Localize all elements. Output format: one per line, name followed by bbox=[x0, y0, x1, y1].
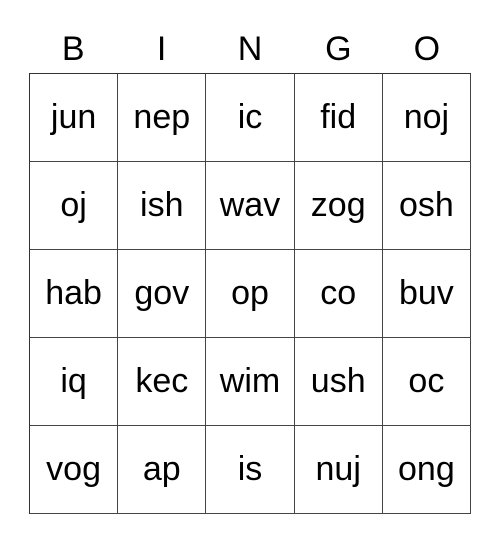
bingo-cell[interactable]: ic bbox=[206, 74, 295, 162]
bingo-cell[interactable]: noj bbox=[382, 74, 471, 162]
bingo-cell[interactable]: vog bbox=[30, 426, 119, 514]
bingo-cell[interactable]: kec bbox=[118, 338, 207, 426]
bingo-cell[interactable]: oj bbox=[30, 162, 119, 250]
bingo-header: B I N G O bbox=[29, 26, 471, 72]
header-letter-o: O bbox=[413, 30, 441, 68]
header-letter-b: B bbox=[61, 30, 85, 68]
bingo-cell[interactable]: oc bbox=[382, 338, 471, 426]
bingo-cell[interactable]: buv bbox=[382, 250, 471, 338]
header-letter-g: G bbox=[325, 30, 352, 68]
header-letter-i: I bbox=[156, 30, 167, 68]
bingo-cell[interactable]: iq bbox=[30, 338, 119, 426]
bingo-cell[interactable]: ong bbox=[382, 426, 471, 514]
header-letter-n: N bbox=[237, 30, 263, 68]
bingo-cell[interactable]: ush bbox=[294, 338, 383, 426]
bingo-cell[interactable]: jun bbox=[30, 74, 119, 162]
bingo-cell[interactable]: op bbox=[206, 250, 295, 338]
bingo-cell[interactable]: wav bbox=[206, 162, 295, 250]
bingo-cell[interactable]: zog bbox=[294, 162, 383, 250]
bingo-cell[interactable]: osh bbox=[382, 162, 471, 250]
bingo-cell[interactable]: ap bbox=[118, 426, 207, 514]
bingo-cell[interactable]: is bbox=[206, 426, 295, 514]
bingo-cell[interactable]: hab bbox=[30, 250, 119, 338]
bingo-cell[interactable]: wim bbox=[206, 338, 295, 426]
bingo-cell[interactable]: nep bbox=[118, 74, 207, 162]
bingo-board: jun nep ic fid noj oj ish wav zog osh ha… bbox=[29, 73, 471, 514]
bingo-cell[interactable]: gov bbox=[118, 250, 207, 338]
bingo-cell[interactable]: co bbox=[294, 250, 383, 338]
bingo-cell[interactable]: ish bbox=[118, 162, 207, 250]
bingo-cell[interactable]: nuj bbox=[294, 426, 383, 514]
bingo-cell[interactable]: fid bbox=[294, 74, 383, 162]
